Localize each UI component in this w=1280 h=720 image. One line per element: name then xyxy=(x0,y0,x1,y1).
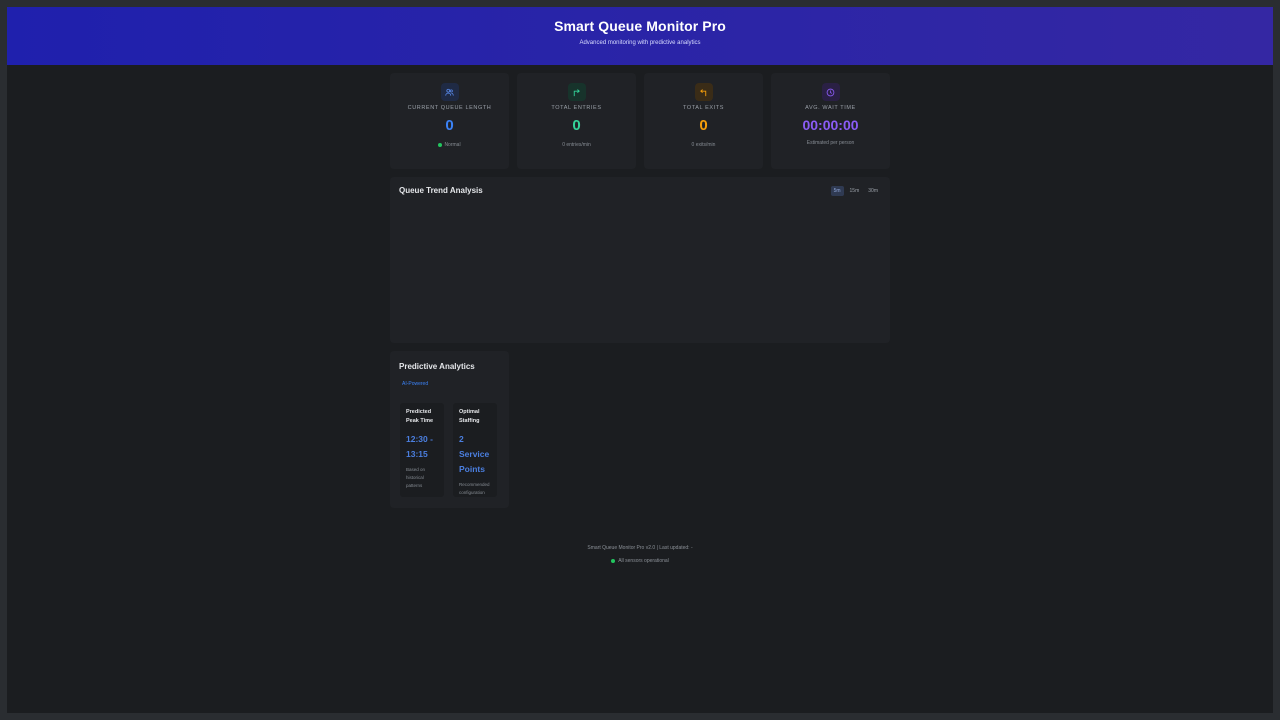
users-icon xyxy=(440,83,459,101)
predictive-analytics-card: Predictive Analytics AI-Powered Predicte… xyxy=(390,351,509,508)
range-button-15m[interactable]: 15m xyxy=(847,186,863,196)
stat-label: TOTAL ENTRIES xyxy=(551,105,602,111)
entry-arrow-icon xyxy=(567,83,586,101)
staffing-card: Optimal Staffing 2 Service Points Recomm… xyxy=(453,403,497,497)
peak-time-title: Predicted Peak Time xyxy=(406,409,434,424)
system-status: All sensors operational xyxy=(7,558,1273,564)
staffing-note: Recommended configuration xyxy=(459,482,490,495)
page-footer: Smart Queue Monitor Pro v2.0 | Last upda… xyxy=(7,545,1273,564)
stat-value-queue-length: 0 xyxy=(445,117,454,134)
system-status-text: All sensors operational xyxy=(618,558,669,564)
range-button-5m[interactable]: 5m xyxy=(830,186,844,196)
peak-time-card: Predicted Peak Time 12:30 - 13:15 Based … xyxy=(400,403,444,497)
dashboard: CURRENT QUEUE LENGTH 0 Normal TOTAL ENTR… xyxy=(390,73,890,508)
stats-row: CURRENT QUEUE LENGTH 0 Normal TOTAL ENTR… xyxy=(390,73,890,169)
stat-card-total-exits: TOTAL EXITS 0 0 exits/min xyxy=(644,73,763,169)
time-range-selector: 5m 15m 30m xyxy=(830,186,881,196)
stat-note: 0 exits/min xyxy=(691,142,716,148)
peak-time-value: 12:30 - 13:15 xyxy=(406,434,433,459)
range-button-30m[interactable]: 30m xyxy=(865,186,881,196)
stat-label: TOTAL EXITS xyxy=(682,105,725,111)
stat-label: CURRENT QUEUE LENGTH xyxy=(407,105,492,111)
ai-badge: AI-Powered xyxy=(402,381,429,387)
clock-icon xyxy=(821,83,840,101)
queue-trend-card: Queue Trend Analysis 5m 15m 30m xyxy=(390,177,890,343)
stat-card-avg-wait: AVG. WAIT TIME 00:00:00 Estimated per pe… xyxy=(771,73,890,169)
page-title: Smart Queue Monitor Pro xyxy=(554,18,726,34)
stat-note: 0 entries/min xyxy=(562,142,591,148)
app-window: Smart Queue Monitor Pro Advanced monitor… xyxy=(7,7,1273,713)
predictive-title: Predictive Analytics xyxy=(399,362,475,371)
stat-card-queue-length: CURRENT QUEUE LENGTH 0 Normal xyxy=(390,73,509,169)
stat-value-total-exits: 0 xyxy=(699,117,708,134)
version-text: Smart Queue Monitor Pro v2.0 | Last upda… xyxy=(587,545,693,551)
stat-label: AVG. WAIT TIME xyxy=(805,105,856,111)
staffing-value: 2 Service Points xyxy=(459,434,490,474)
status-dot xyxy=(611,558,616,563)
peak-time-note: Based on historical patterns xyxy=(406,467,426,488)
status-dot xyxy=(438,142,443,147)
page-subtitle: Advanced monitoring with predictive anal… xyxy=(579,40,701,46)
queue-trend-title: Queue Trend Analysis xyxy=(399,186,483,195)
stat-card-total-entries: TOTAL ENTRIES 0 0 entries/min xyxy=(517,73,636,169)
page-header: Smart Queue Monitor Pro Advanced monitor… xyxy=(7,7,1273,65)
stat-note: Normal xyxy=(444,142,461,148)
status-indicator: Normal xyxy=(390,142,509,148)
staffing-title: Optimal Staffing xyxy=(459,409,480,424)
exit-arrow-icon xyxy=(694,83,713,101)
stat-note: Estimated per person xyxy=(806,140,855,146)
stat-value-avg-wait: 00:00:00 xyxy=(802,117,859,133)
stat-value-total-entries: 0 xyxy=(572,117,581,134)
